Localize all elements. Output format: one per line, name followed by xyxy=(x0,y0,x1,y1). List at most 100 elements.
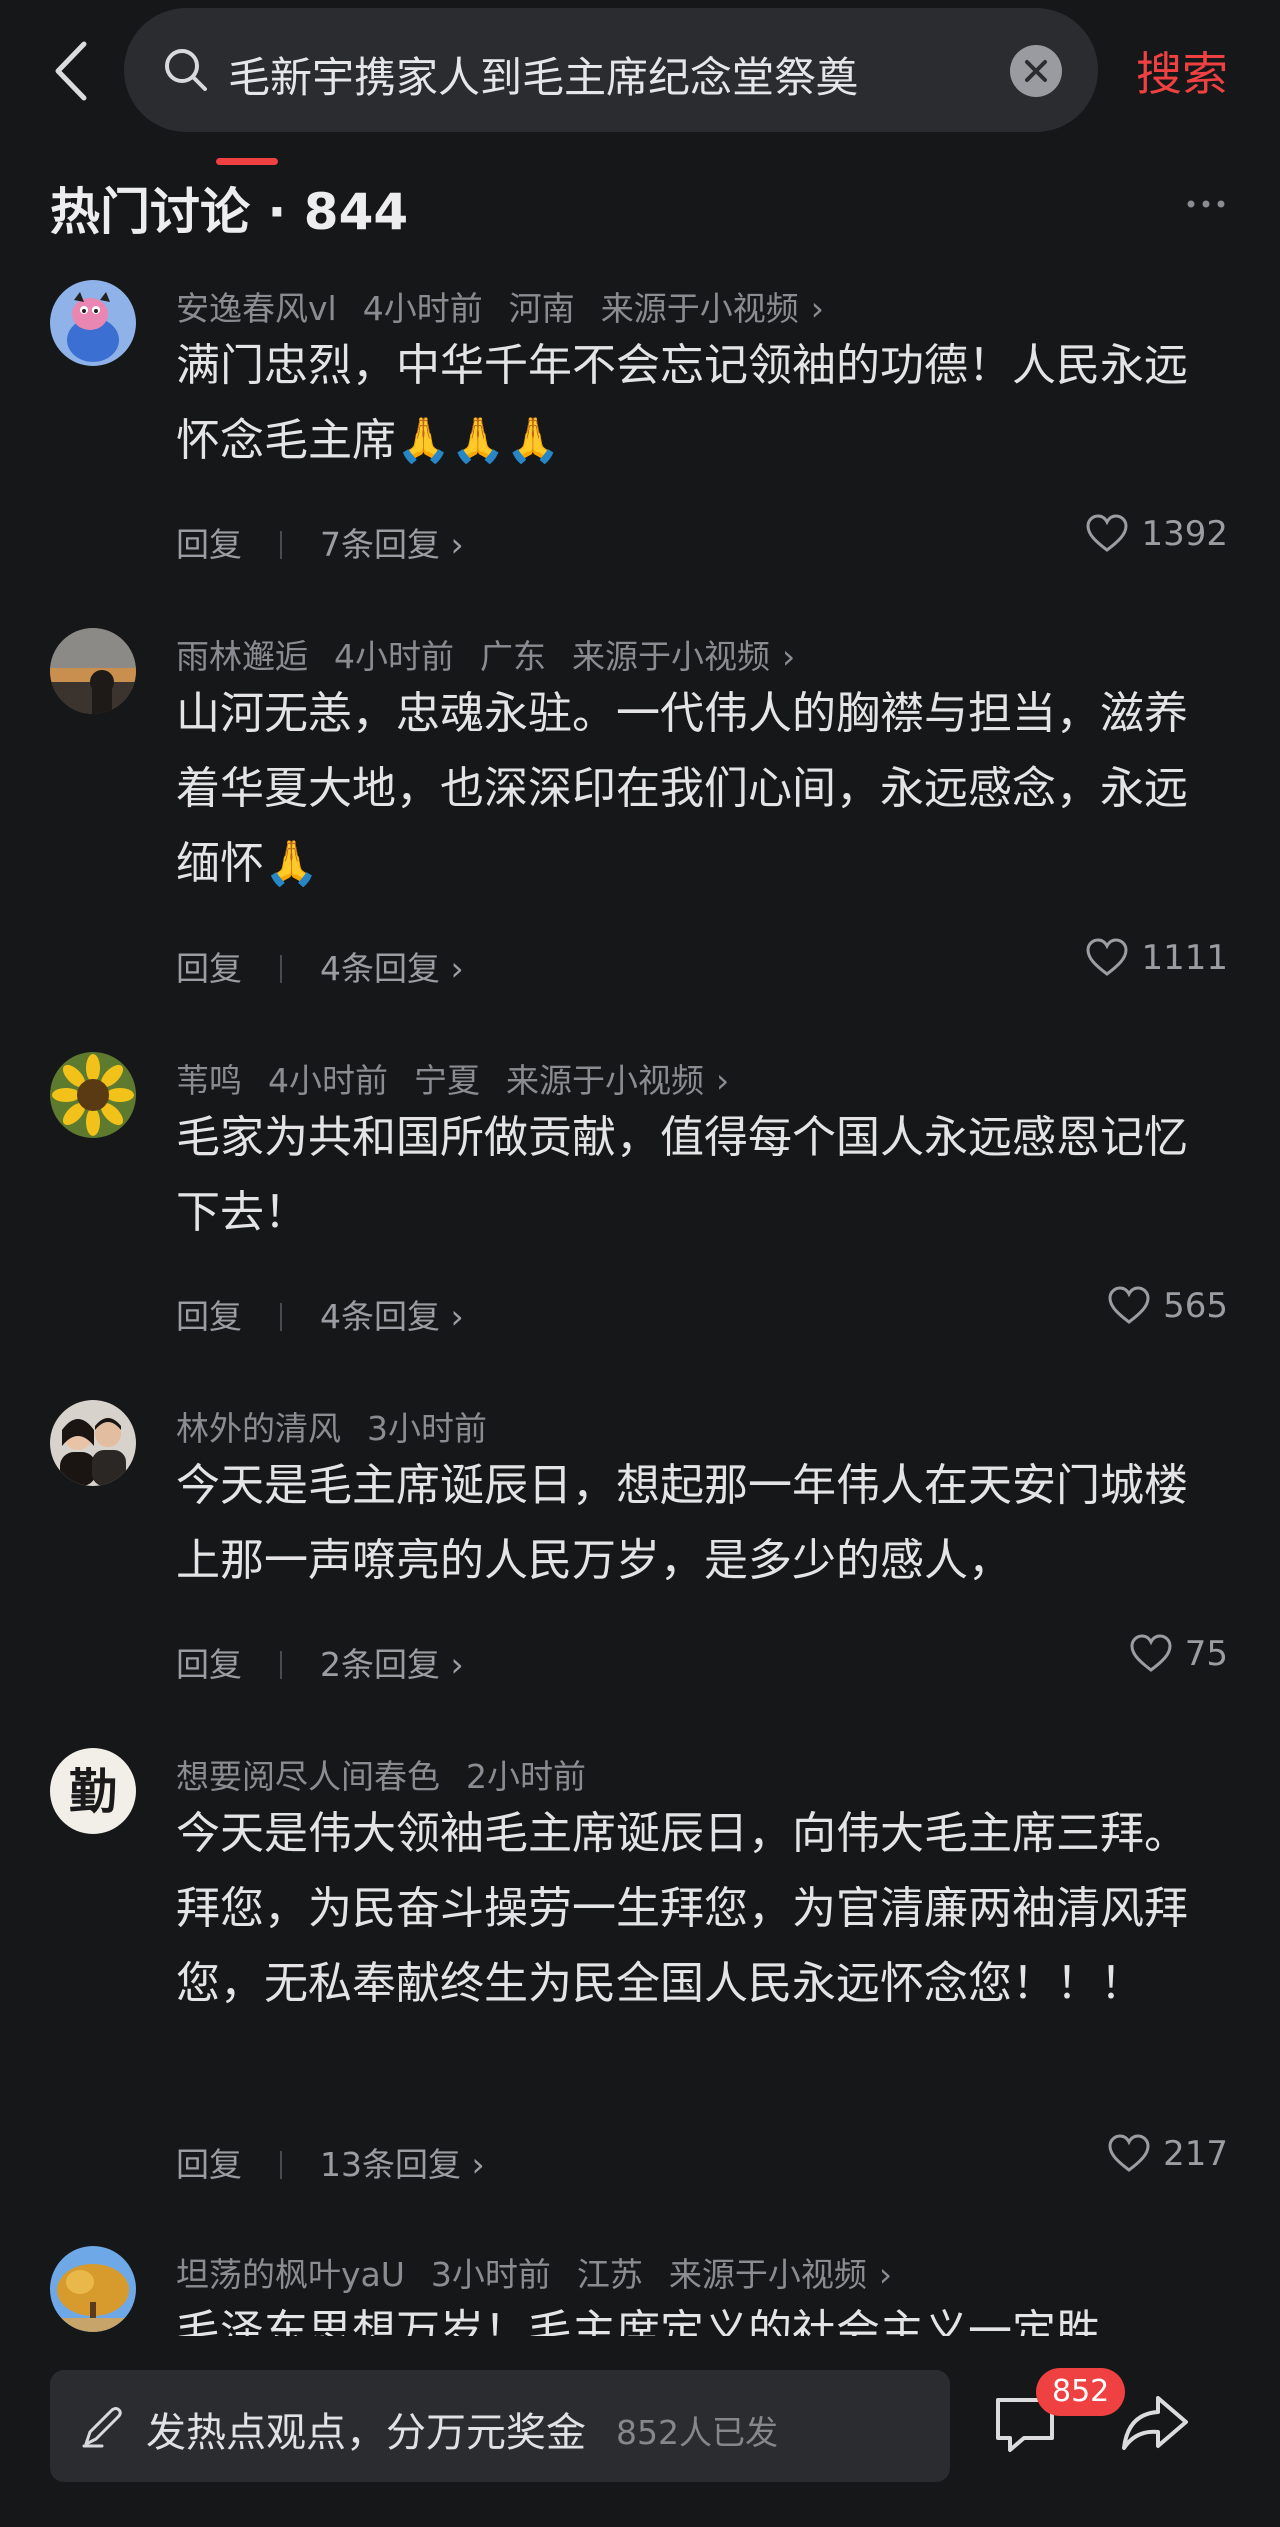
like-count: 217 xyxy=(1163,2134,1228,2174)
comment-location: 宁夏 xyxy=(414,1061,480,1100)
comment-text[interactable]: 毛家为共和国所做贡献，值得每个国人永远感恩记忆下去！ xyxy=(176,1100,1226,1250)
like-button[interactable]: 1392 xyxy=(1085,514,1228,554)
comment-text[interactable]: 毛泽东思想万岁！毛主席定义的社会主义一定胜 xyxy=(176,2294,1226,2336)
like-count: 75 xyxy=(1184,1634,1228,1674)
reply-button[interactable]: 回复 xyxy=(176,1297,242,1336)
comment-source[interactable]: 来源于小视频 xyxy=(669,2255,867,2294)
username[interactable]: 雨林邂逅 xyxy=(176,637,308,676)
like-button[interactable]: 75 xyxy=(1129,1634,1228,1674)
comment-actions: 回复 4条回复 › xyxy=(176,942,464,990)
reply-button[interactable]: 回复 xyxy=(176,949,242,988)
chevron-right-icon: › xyxy=(878,2255,893,2294)
comment-location: 江苏 xyxy=(576,2255,643,2294)
view-replies-button[interactable]: 7条回复 xyxy=(320,525,440,564)
username[interactable]: 安逸春风vl xyxy=(176,289,337,328)
comment-meta: 苇鸣 4小时前 宁夏 来源于小视频 › xyxy=(176,1054,729,1102)
comment-item: 坦荡的枫叶yaU 3小时前 江苏 来源于小视频 › 毛泽东思想万岁！毛主席定义的社会主义… xyxy=(0,2246,1280,2336)
chevron-right-icon: › xyxy=(782,637,796,676)
share-icon xyxy=(1122,2396,1188,2450)
comment-actions: 回复 13条回复 › xyxy=(176,2138,485,2186)
view-replies-button[interactable]: 13条回复 xyxy=(320,2145,461,2184)
search-query-text: 毛新宇携家人到毛主席纪念堂祭奠 xyxy=(228,53,859,102)
like-button[interactable]: 1111 xyxy=(1085,938,1228,978)
comment-source[interactable]: 来源于小视频 xyxy=(601,289,799,328)
clear-search-button[interactable] xyxy=(1010,45,1062,97)
comment-text[interactable]: 今天是毛主席诞辰日，想起那一年伟人在天安门城楼上那一声嘹亮的人民万岁，是多少的感… xyxy=(176,1448,1226,1598)
comment-count-badge: 852 xyxy=(1036,2368,1126,2416)
compose-count: 852人已发 xyxy=(616,2413,778,2452)
comment-meta: 坦荡的枫叶yaU 3小时前 江苏 来源于小视频 › xyxy=(176,2248,892,2296)
like-button[interactable]: 217 xyxy=(1107,2134,1228,2174)
username[interactable]: 坦荡的枫叶yaU xyxy=(176,2255,405,2294)
share-button[interactable] xyxy=(1118,2386,1192,2460)
avatar[interactable] xyxy=(50,1400,136,1486)
chevron-right-icon: › xyxy=(716,1061,730,1100)
avatar[interactable] xyxy=(50,628,136,714)
comment-source[interactable]: 来源于小视频 xyxy=(572,637,770,676)
bottom-bar: 发热点观点，分万元奖金 852人已发 852 xyxy=(0,2336,1280,2527)
compose-input[interactable]: 发热点观点，分万元奖金 852人已发 xyxy=(50,2370,950,2482)
divider xyxy=(280,2151,282,2179)
heart-icon xyxy=(1086,514,1128,552)
divider xyxy=(280,1303,282,1331)
chevron-right-icon: › xyxy=(440,525,464,564)
comment-meta: 林外的清风 3小时前 xyxy=(176,1402,513,1450)
username[interactable]: 苇鸣 xyxy=(176,1061,242,1100)
comment-actions: 回复 4条回复 › xyxy=(176,1290,464,1338)
like-count: 1111 xyxy=(1141,938,1228,978)
comment-time: 3小时前 xyxy=(367,1409,487,1448)
comment-location: 河南 xyxy=(508,289,575,328)
reply-button[interactable]: 回复 xyxy=(176,525,242,564)
view-replies-button[interactable]: 2条回复 xyxy=(320,1645,440,1684)
view-replies-button[interactable]: 4条回复 xyxy=(320,949,440,988)
title-underline xyxy=(216,158,278,165)
clear-icon xyxy=(1025,60,1047,82)
avatar[interactable]: 勤 xyxy=(50,1748,136,1834)
search-input[interactable]: 毛新宇携家人到毛主席纪念堂祭奠 xyxy=(124,8,1098,132)
compose-label: 发热点观点，分万元奖金 xyxy=(146,2410,586,2456)
chevron-right-icon: › xyxy=(461,2145,485,2184)
avatar[interactable] xyxy=(50,1052,136,1138)
comment-text[interactable]: 山河无恙，忠魂永驻。一代伟人的胸襟与担当，滋养着华夏大地，也深深印在我们心间，永… xyxy=(176,676,1226,901)
comment-text[interactable]: 满门忠烈，中华千年不会忘记领袖的功德！人民永远怀念毛主席🙏🙏🙏 xyxy=(176,328,1226,478)
divider xyxy=(280,1651,282,1679)
more-icon xyxy=(1187,200,1225,208)
comment-location: 广东 xyxy=(480,637,546,676)
search-icon xyxy=(165,49,207,91)
comment-time: 3小时前 xyxy=(430,2255,551,2294)
like-count: 565 xyxy=(1163,1286,1228,1326)
search-button[interactable]: 搜索 xyxy=(1136,38,1228,104)
chevron-right-icon: › xyxy=(440,1645,464,1684)
heart-icon xyxy=(1108,1286,1150,1324)
username[interactable]: 林外的清风 xyxy=(176,1409,341,1448)
back-button[interactable] xyxy=(48,38,100,104)
more-button[interactable] xyxy=(1186,196,1226,210)
divider xyxy=(280,531,282,559)
svg-text:勤: 勤 xyxy=(69,1764,117,1820)
chevron-right-icon: › xyxy=(440,949,464,988)
view-replies-button[interactable]: 4条回复 xyxy=(320,1297,440,1336)
like-button[interactable]: 565 xyxy=(1107,1286,1228,1326)
heart-icon xyxy=(1130,1634,1172,1672)
avatar[interactable] xyxy=(50,280,136,366)
reply-button[interactable]: 回复 xyxy=(176,2145,242,2184)
pen-icon xyxy=(82,2407,122,2448)
heart-icon xyxy=(1108,2134,1150,2172)
comment-source[interactable]: 来源于小视频 xyxy=(506,1061,704,1100)
comment-time: 4小时前 xyxy=(334,637,454,676)
comment-time: 4小时前 xyxy=(362,289,483,328)
comment-time: 4小时前 xyxy=(268,1061,388,1100)
heart-icon xyxy=(1086,938,1128,976)
divider xyxy=(280,955,282,983)
comment-meta: 雨林邂逅 4小时前 广东 来源于小视频 › xyxy=(176,630,795,678)
reply-button[interactable]: 回复 xyxy=(176,1645,242,1684)
avatar[interactable] xyxy=(50,2246,136,2332)
like-count: 1392 xyxy=(1141,514,1228,554)
section-title: 热门讨论 · 844 xyxy=(50,183,409,241)
chevron-right-icon: › xyxy=(810,289,824,328)
back-icon xyxy=(55,41,87,101)
username[interactable]: 想要阅尽人间春色 xyxy=(176,1757,440,1796)
comment-actions: 回复 7条回复 › xyxy=(176,518,464,566)
comment-time: 2小时前 xyxy=(466,1757,586,1796)
comment-text[interactable]: 今天是伟大领袖毛主席诞辰日，向伟大毛主席三拜。拜您，为民奋斗操劳一生拜您，为官清… xyxy=(176,1796,1226,2021)
